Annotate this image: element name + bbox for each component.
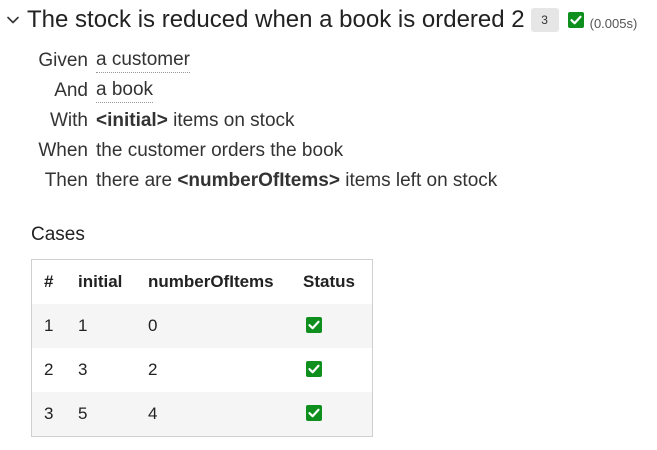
step-text: there are <numberOfItems> items left on … xyxy=(96,170,497,192)
table-row[interactable]: 1 1 0 xyxy=(31,304,373,348)
scenario-title: The stock is reduced when a book is orde… xyxy=(27,6,525,33)
step-text: <initial> items on stock xyxy=(96,110,295,132)
scenario-panel: The stock is reduced when a book is orde… xyxy=(0,0,657,450)
check-square-icon xyxy=(306,405,322,421)
case-initial: 3 xyxy=(66,348,136,392)
scenario-duration: (0.005s) xyxy=(589,15,638,31)
table-row[interactable]: 2 3 2 xyxy=(31,348,373,392)
step-given: Given a customer xyxy=(20,46,497,76)
cases-heading: Cases xyxy=(31,224,85,245)
step-argument: a customer xyxy=(96,49,190,73)
step-text-rest: items left on stock xyxy=(345,170,498,191)
step-keyword: With xyxy=(50,110,88,131)
case-numberofitems: 2 xyxy=(136,348,291,392)
step-text-prefix: there are xyxy=(96,170,173,191)
step-argument: a book xyxy=(96,79,154,103)
case-status xyxy=(291,392,373,437)
chevron-down-icon[interactable] xyxy=(4,11,22,29)
case-initial: 5 xyxy=(66,392,136,437)
case-count-badge: 3 xyxy=(530,8,559,32)
table-row[interactable]: 3 5 4 xyxy=(31,392,373,437)
case-initial: 1 xyxy=(66,304,136,348)
case-number: 2 xyxy=(31,348,66,392)
check-square-icon xyxy=(306,361,322,377)
step-keyword: Then xyxy=(44,170,88,191)
step-list: Given a customer And a book With <initia… xyxy=(20,46,497,196)
column-header-status: Status xyxy=(291,259,373,304)
check-square-icon xyxy=(306,317,322,333)
case-status xyxy=(291,304,373,348)
scenario-header[interactable]: The stock is reduced when a book is orde… xyxy=(4,4,637,36)
step-keyword: Given xyxy=(38,50,88,71)
case-numberofitems: 4 xyxy=(136,392,291,437)
step-and: And a book xyxy=(20,76,497,106)
step-text: the customer orders the book xyxy=(96,140,344,161)
step-keyword: When xyxy=(38,140,88,161)
step-then: Then there are <numberOfItems> items lef… xyxy=(20,166,498,196)
check-square-icon xyxy=(567,12,584,28)
step-parameter: <numberOfItems> xyxy=(177,170,340,191)
column-header-numberofitems: numberOfItems xyxy=(136,259,291,304)
case-number: 1 xyxy=(31,304,66,348)
case-status xyxy=(291,348,373,392)
step-keyword: And xyxy=(54,80,88,101)
step-when: When the customer orders the book xyxy=(20,136,497,166)
column-header-initial: initial xyxy=(66,259,136,304)
step-text-rest: items on stock xyxy=(173,110,295,131)
step-with: With <initial> items on stock xyxy=(20,106,497,136)
column-header-number: # xyxy=(31,259,66,304)
case-numberofitems: 0 xyxy=(136,304,291,348)
case-number: 3 xyxy=(31,392,66,437)
table-header-row: # initial numberOfItems Status xyxy=(31,259,373,304)
cases-table: # initial numberOfItems Status 1 1 0 2 3… xyxy=(31,259,373,437)
step-parameter: <initial> xyxy=(96,110,168,131)
